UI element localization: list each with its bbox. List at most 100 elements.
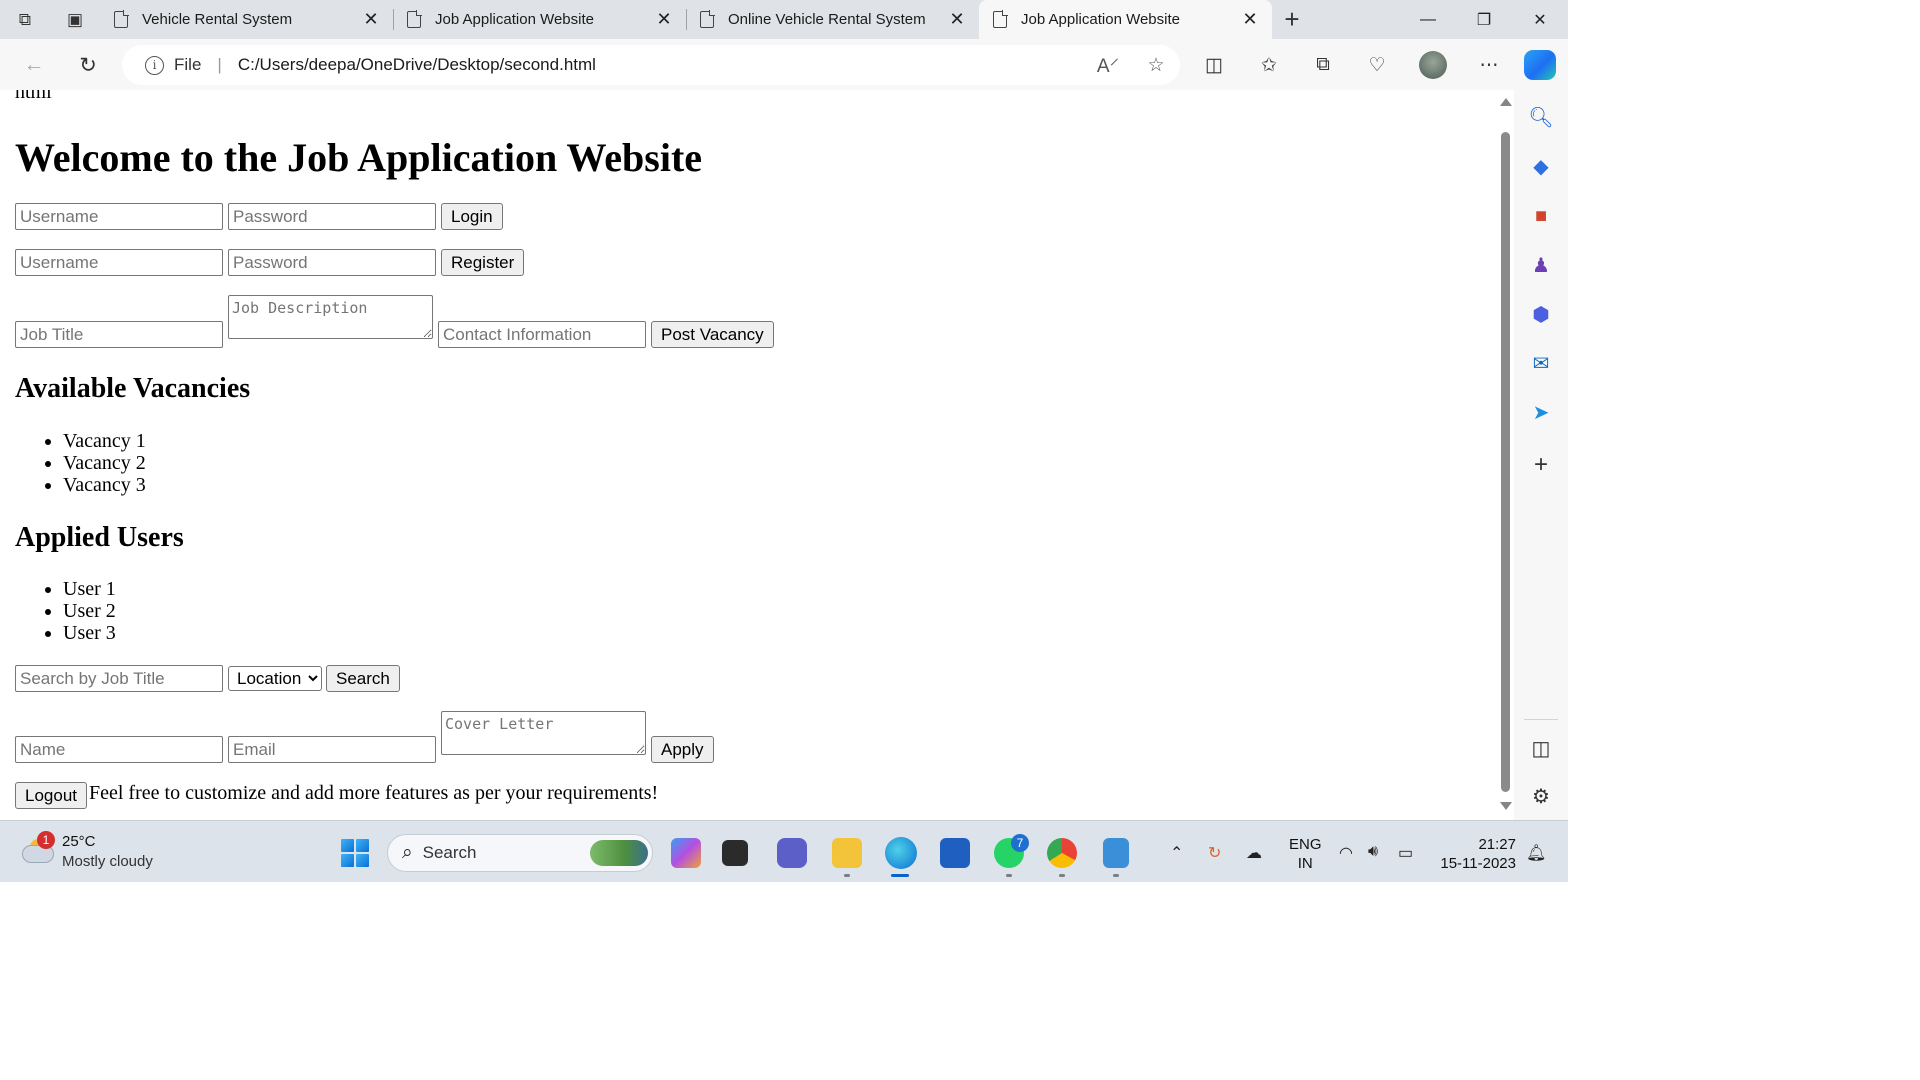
search-icon: ⌕: [402, 842, 413, 863]
page-icon: [114, 10, 129, 28]
onedrive-icon[interactable]: ☁: [1246, 843, 1262, 863]
collections-icon[interactable]: ⧉: [1309, 51, 1337, 79]
favorites-icon[interactable]: ✩: [1255, 51, 1283, 79]
close-tab-icon[interactable]: ✕: [1240, 9, 1260, 30]
notepad-icon[interactable]: [1103, 838, 1129, 868]
shopping-tag-icon[interactable]: ◆: [1528, 153, 1554, 179]
url-text[interactable]: C:/Users/deepa/OneDrive/Desktop/second.h…: [238, 55, 1084, 75]
notification-bell-icon[interactable]: 🔔︎: [1526, 843, 1546, 863]
task-view-icon[interactable]: [722, 840, 748, 866]
scheme-label: File: [174, 55, 202, 74]
language-code: ENG: [1289, 836, 1322, 853]
star-icon[interactable]: ☆: [1132, 54, 1180, 77]
list-item: Vacancy 1: [63, 430, 146, 452]
games-icon[interactable]: ♟: [1528, 252, 1554, 278]
close-tab-icon[interactable]: ✕: [361, 9, 381, 30]
contact-information-input[interactable]: [438, 321, 646, 348]
register-button[interactable]: Register: [441, 249, 525, 276]
settings-icon[interactable]: ⚙: [1528, 783, 1554, 809]
add-icon[interactable]: +: [1528, 451, 1554, 478]
store-icon[interactable]: [940, 838, 970, 868]
browser-essentials-icon[interactable]: ♡: [1363, 51, 1391, 79]
split-screen-icon[interactable]: ◫: [1200, 51, 1228, 79]
new-tab-button[interactable]: +: [1272, 0, 1312, 39]
taskbar-search-label: Search: [422, 843, 477, 862]
restore-button[interactable]: ❐: [1456, 0, 1512, 39]
more-icon[interactable]: ⋯: [1475, 51, 1503, 79]
list-item: User 3: [63, 622, 116, 644]
chevron-up-icon[interactable]: ⌃: [1170, 843, 1183, 863]
copilot-preview-icon[interactable]: [671, 838, 701, 868]
login-button[interactable]: Login: [441, 203, 503, 230]
file-explorer-icon[interactable]: [832, 838, 862, 868]
vertical-scrollbar[interactable]: [1497, 90, 1514, 818]
language-indicator[interactable]: ENG IN: [1289, 835, 1322, 873]
edge-icon[interactable]: [885, 837, 917, 869]
divider: |: [217, 55, 222, 74]
weather-badge: 1: [37, 831, 55, 849]
applied-users-list: User 1 User 2 User 3: [15, 578, 116, 644]
tab-job-application-website[interactable]: Job Application Website ✕: [393, 0, 686, 39]
login-password-input[interactable]: [228, 203, 436, 230]
tools-icon[interactable]: ■: [1528, 203, 1554, 229]
scroll-down-icon[interactable]: [1500, 802, 1512, 810]
start-button[interactable]: [341, 839, 369, 867]
battery-icon[interactable]: ▭: [1398, 843, 1413, 863]
drop-icon[interactable]: ➤: [1528, 399, 1554, 425]
sidebar-toggle-icon[interactable]: ◫: [1528, 735, 1554, 761]
list-item: Vacancy 2: [63, 452, 146, 474]
location-select[interactable]: Location: [228, 666, 322, 691]
scroll-thumb[interactable]: [1501, 132, 1510, 792]
weather-desc[interactable]: Mostly cloudy: [62, 853, 153, 870]
tab-vehicle-rental-system[interactable]: Vehicle Rental System ✕: [100, 0, 393, 39]
vacancies-heading: Available Vacancies: [15, 373, 251, 404]
register-username-input[interactable]: [15, 249, 223, 276]
email-input[interactable]: [228, 736, 436, 763]
register-password-input[interactable]: [228, 249, 436, 276]
taskbar-search[interactable]: ⌕ Search: [387, 834, 653, 872]
job-title-input[interactable]: [15, 321, 223, 348]
close-tab-icon[interactable]: ✕: [947, 9, 967, 30]
tab-job-application-website-active[interactable]: Job Application Website ✕: [979, 0, 1272, 39]
read-aloud-icon[interactable]: A⸍: [1084, 52, 1132, 78]
address-bar[interactable]: i File | C:/Users/deepa/OneDrive/Desktop…: [122, 45, 1180, 85]
system-clock[interactable]: 21:27 15-11-2023: [1438, 835, 1516, 873]
running-indicator: [1006, 874, 1012, 877]
teams-icon[interactable]: [777, 838, 807, 868]
wifi-icon[interactable]: ◠: [1339, 843, 1353, 863]
back-arrow-icon[interactable]: ←: [18, 49, 50, 81]
edge-sidebar: 🔍︎ ◆ ■ ♟ ⬢ ✉ ➤ + ◫ ⚙: [1514, 90, 1568, 820]
apply-button[interactable]: Apply: [651, 736, 714, 763]
microsoft-365-icon[interactable]: ⬢: [1528, 301, 1554, 327]
weather-temp[interactable]: 25°C: [62, 833, 96, 850]
minimize-button[interactable]: —: [1400, 0, 1456, 39]
search-icon[interactable]: 🔍︎: [1528, 104, 1554, 130]
tab-title: Job Application Website: [1021, 11, 1180, 28]
logout-button[interactable]: Logout: [15, 782, 87, 809]
tab-online-vehicle-rental-system[interactable]: Online Vehicle Rental System ✕: [686, 0, 979, 39]
tab-title: Job Application Website: [435, 11, 594, 28]
outlook-icon[interactable]: ✉: [1528, 350, 1554, 376]
search-button[interactable]: Search: [326, 665, 400, 692]
workspaces-icon[interactable]: ⧉: [0, 0, 50, 39]
login-username-input[interactable]: [15, 203, 223, 230]
volume-icon[interactable]: 🔊︎: [1368, 843, 1378, 861]
chrome-icon[interactable]: [1047, 838, 1077, 868]
tab-actions-icon[interactable]: ▣: [50, 0, 100, 39]
scroll-up-icon[interactable]: [1500, 98, 1512, 106]
cover-letter-textarea[interactable]: [441, 711, 646, 755]
refresh-icon[interactable]: ↻: [72, 49, 104, 81]
close-tab-icon[interactable]: ✕: [654, 9, 674, 30]
tab-title: Online Vehicle Rental System: [728, 11, 926, 28]
job-description-textarea[interactable]: [228, 295, 433, 339]
name-input[interactable]: [15, 736, 223, 763]
profile-avatar[interactable]: [1419, 51, 1447, 79]
info-icon[interactable]: i: [145, 55, 164, 75]
vacancies-list: Vacancy 1 Vacancy 2 Vacancy 3: [15, 430, 146, 496]
copilot-icon[interactable]: [1524, 50, 1556, 80]
clock-date: 15-11-2023: [1440, 855, 1516, 872]
search-job-title-input[interactable]: [15, 665, 223, 692]
close-window-button[interactable]: ✕: [1512, 0, 1568, 39]
sync-icon[interactable]: ↻: [1208, 843, 1221, 863]
post-vacancy-button[interactable]: Post Vacancy: [651, 321, 774, 348]
